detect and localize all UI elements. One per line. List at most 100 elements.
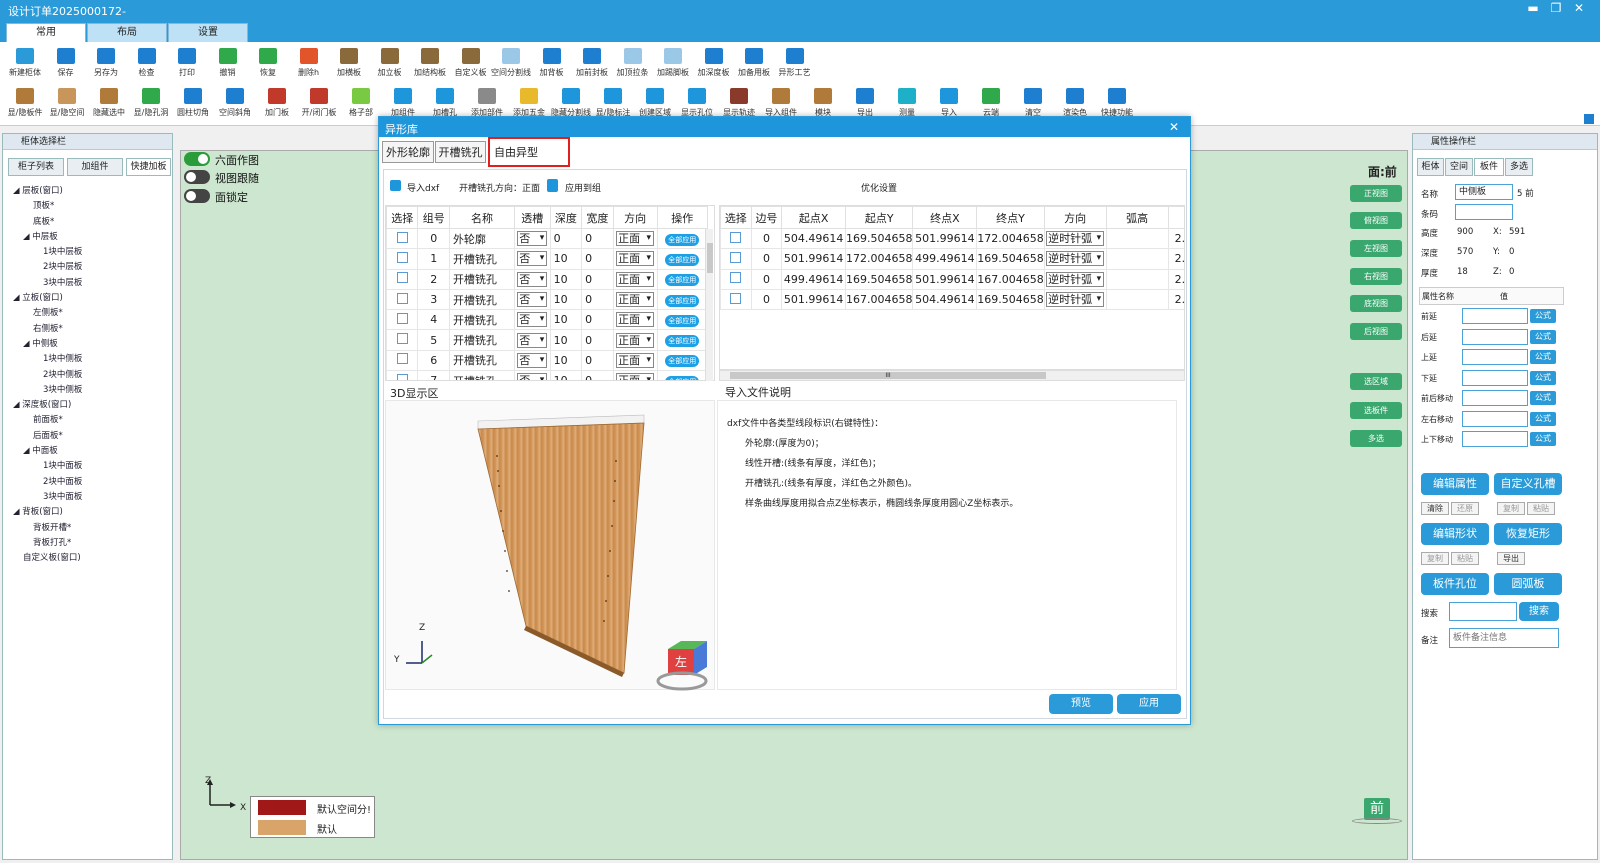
edge-table-row[interactable]: 0 499.49614 169.504658 501.99614 167.004658 逆… — [720, 268, 1184, 290]
apply-group-icon[interactable] — [547, 179, 558, 192]
attr-value-field[interactable] — [1462, 308, 1528, 324]
tree-node[interactable]: 底板* — [13, 215, 171, 230]
tree-node[interactable]: 后面板* — [13, 429, 171, 444]
tab-free-shape[interactable]: 自由异型 — [488, 137, 570, 167]
arc-direction-select[interactable]: 逆时针弧 — [1046, 231, 1105, 247]
dialog-close-icon[interactable]: ✕ — [1169, 120, 1179, 134]
toggle-view-follow[interactable] — [184, 170, 210, 184]
arc-direction-select[interactable]: 逆时针弧 — [1046, 271, 1105, 287]
attr-value-field[interactable] — [1462, 431, 1528, 447]
restore-button[interactable]: ❐ — [1545, 1, 1567, 19]
save-button[interactable]: 保存 — [45, 46, 87, 84]
attr-value-field[interactable] — [1462, 349, 1528, 365]
row-checkbox[interactable] — [396, 272, 408, 284]
select-board-button[interactable]: 选板件 — [1350, 402, 1402, 419]
formula-button[interactable]: 公式 — [1530, 370, 1556, 385]
import-dxf-icon[interactable] — [390, 180, 401, 191]
row-checkbox[interactable] — [396, 251, 408, 263]
paste-small-button[interactable]: 粘贴 — [1527, 502, 1555, 515]
search-input[interactable] — [1449, 602, 1517, 621]
add-h-board-button[interactable]: 加横板 — [328, 46, 370, 84]
through-slot-select[interactable]: 否 — [517, 271, 548, 287]
tree-node[interactable]: 3块中侧板 — [13, 383, 171, 398]
through-slot-select[interactable]: 否 — [517, 332, 548, 348]
group-table-row[interactable]: 0外轮廓否00正面全部应用 — [386, 227, 709, 250]
apply-all-button[interactable]: 全部应用 — [665, 294, 700, 307]
grid-button[interactable]: 格子部 — [340, 86, 382, 124]
copy2-button[interactable]: 复制 — [1421, 552, 1449, 565]
add-front-seal-button[interactable]: 加前封板 — [571, 46, 613, 84]
tree-node[interactable]: 1块中面板 — [13, 459, 171, 474]
row-checkbox[interactable] — [396, 353, 408, 365]
search-button[interactable]: 搜索 — [1519, 602, 1559, 621]
3d-display-area[interactable]: Z Y 左 — [385, 400, 715, 691]
barcode-field[interactable] — [1455, 204, 1513, 220]
tab-quick-add-board[interactable]: 快捷加板 — [126, 158, 171, 176]
formula-button[interactable]: 公式 — [1530, 432, 1556, 446]
edge-checkbox[interactable] — [730, 272, 742, 284]
through-slot-select[interactable]: 否 — [517, 292, 548, 308]
attr-value-field[interactable] — [1462, 369, 1528, 386]
save-as-button[interactable]: 另存为 — [85, 46, 127, 84]
arc-direction-select[interactable]: 逆时针弧 — [1046, 251, 1105, 267]
tab-slot-mill[interactable]: 开槽铣孔 — [435, 141, 486, 163]
through-slot-select[interactable]: 否 — [517, 312, 548, 328]
attr-value-field[interactable] — [1462, 410, 1528, 427]
show-hide-space-button[interactable]: 显/隐空间 — [46, 86, 88, 124]
tree-node[interactable]: 1块中层板 — [13, 245, 171, 260]
show-hide-board-button[interactable]: 显/隐板件 — [4, 86, 46, 124]
add-kick-button[interactable]: 加踢脚板 — [652, 46, 694, 84]
through-slot-select[interactable]: 否 — [517, 352, 548, 368]
apply-all-button[interactable]: 全部应用 — [665, 274, 700, 287]
grid-view-icon[interactable] — [1584, 114, 1594, 124]
import-dxf-button[interactable]: 导入dxf — [407, 181, 439, 194]
shaped-craft-button[interactable]: 异形工艺 — [774, 46, 816, 84]
show-hide-hole-button[interactable]: 显/隐孔洞 — [130, 86, 172, 124]
check-button[interactable]: 检查 — [126, 46, 168, 84]
close-button[interactable]: ✕ — [1568, 1, 1590, 19]
direction-select[interactable]: 正面 — [616, 271, 655, 287]
direction-select[interactable]: 正面 — [616, 332, 655, 348]
direction-select[interactable]: 正面 — [616, 373, 655, 380]
group-table-row[interactable]: 4开槽铣孔否100正面全部应用 — [386, 309, 709, 331]
tree-node[interactable]: ◢ 深度板(窗口) — [13, 398, 171, 413]
row-checkbox[interactable] — [396, 312, 408, 324]
apply-all-button[interactable]: 全部应用 — [665, 253, 700, 266]
apply-group-button[interactable]: 应用到组 — [565, 181, 601, 194]
group-table-scroll-thumb[interactable] — [707, 243, 713, 273]
tree-node[interactable]: ◢ 层板(窗口) — [13, 184, 171, 199]
delete-button[interactable]: 删除h — [288, 46, 330, 84]
edge-table-scroll-thumb[interactable]: III — [730, 372, 1046, 379]
optimize-settings-button[interactable]: 优化设置 — [861, 181, 897, 194]
tree-node[interactable]: 2块中面板 — [13, 475, 171, 490]
ribbon-tab-settings[interactable]: 设置 — [168, 23, 248, 42]
group-table-row[interactable]: 5开槽铣孔否100正面全部应用 — [386, 329, 709, 351]
arc-direction-select[interactable]: 逆时针弧 — [1046, 292, 1105, 308]
tree-node[interactable]: 左侧板* — [13, 306, 171, 321]
tree-node[interactable]: 3块中面板 — [13, 490, 171, 505]
direction-select[interactable]: 正面 — [616, 292, 655, 308]
front-view-button[interactable]: 正视图 — [1350, 185, 1402, 202]
tree-node[interactable]: 背板开槽* — [13, 521, 171, 536]
edge-checkbox[interactable] — [730, 251, 742, 263]
board-hole-button[interactable]: 板件孔位 — [1421, 573, 1489, 595]
add-v-board-button[interactable]: 加立板 — [369, 46, 411, 84]
custom-board-button[interactable]: 自定义板 — [450, 46, 492, 84]
through-slot-select[interactable]: 否 — [517, 251, 548, 267]
edge-checkbox[interactable] — [730, 292, 742, 304]
direction-select[interactable]: 正面 — [616, 312, 655, 328]
tree-node[interactable]: ◢ 中层板 — [13, 230, 171, 245]
row-checkbox[interactable] — [396, 292, 408, 304]
formula-button[interactable]: 公式 — [1530, 329, 1556, 344]
edge-table-row[interactable]: 0 501.99614 167.004658 504.49614 169.504658 逆… — [720, 288, 1184, 311]
hide-selected-button[interactable]: 隐藏选中 — [88, 86, 130, 124]
tree-node[interactable]: 背板打孔* — [13, 536, 171, 551]
formula-button[interactable]: 公式 — [1530, 309, 1556, 323]
tab-outline[interactable]: 外形轮廓 — [382, 141, 434, 163]
direction-select[interactable]: 正面 — [616, 251, 655, 267]
undo-button[interactable]: 撤销 — [207, 46, 249, 84]
redo-button[interactable]: 恢复 — [247, 46, 289, 84]
toggle-six-face[interactable] — [184, 152, 210, 166]
row-checkbox[interactable] — [396, 231, 408, 243]
edit-attr-button[interactable]: 编辑属性 — [1421, 473, 1489, 495]
